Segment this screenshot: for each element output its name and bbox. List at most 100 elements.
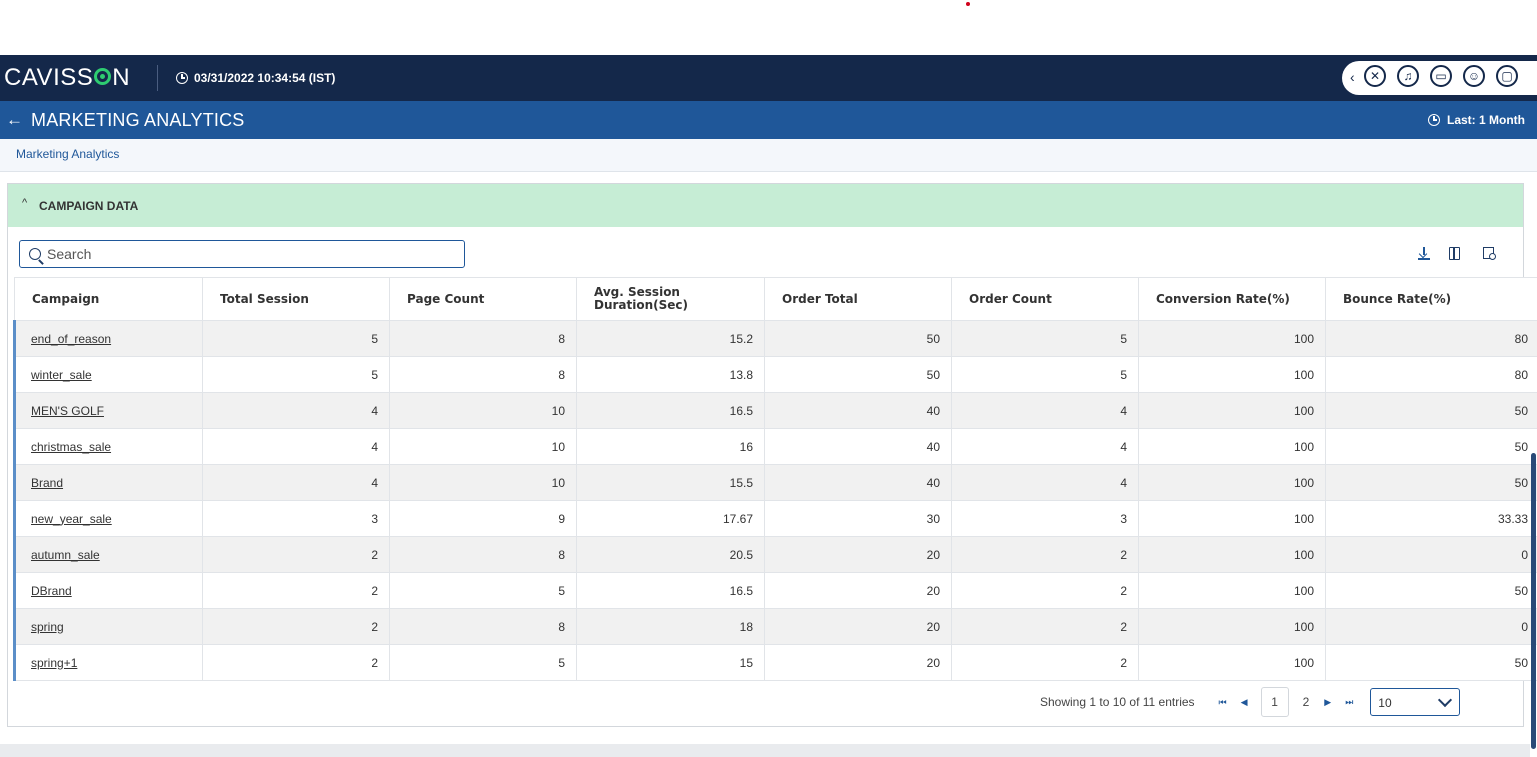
- campaign-link[interactable]: autumn_sale: [31, 548, 100, 562]
- campaign-link[interactable]: christmas_sale: [31, 440, 111, 454]
- bell-icon[interactable]: ♫: [1397, 65, 1419, 87]
- table-cell: 4: [202, 464, 390, 501]
- table-cell: 15: [576, 644, 765, 681]
- table-cell: 3: [951, 500, 1139, 537]
- columns-icon[interactable]: [1449, 247, 1460, 260]
- logo-o-icon: [94, 68, 112, 85]
- clock-icon: [176, 72, 188, 84]
- table-cell: 20: [764, 608, 952, 645]
- preview-icon[interactable]: [1483, 247, 1496, 260]
- table-cell: 2: [202, 536, 390, 573]
- header-icon-group: ‹ ✕ ♫ ▭ ☺ ▢: [1342, 61, 1537, 95]
- table-cell: 4: [951, 392, 1139, 429]
- scrollbar[interactable]: [1531, 453, 1536, 749]
- tools-icon[interactable]: ✕: [1364, 65, 1386, 87]
- campaign-link[interactable]: DBrand: [31, 584, 72, 598]
- table-cell: 40: [764, 464, 952, 501]
- campaign-link[interactable]: winter_sale: [31, 368, 92, 382]
- table-cell: 16.5: [576, 572, 765, 609]
- table-cell: 50: [1325, 392, 1537, 429]
- page-title: MARKETING ANALYTICS: [31, 110, 245, 130]
- table-body: end_of_reason 5 8 15.2 50 5 100 80 winter_sale 5 8…: [13, 320, 1537, 681]
- campaign-link[interactable]: Brand: [31, 476, 63, 490]
- campaign-cell[interactable]: DBrand: [13, 572, 203, 609]
- back-arrow-icon[interactable]: ←: [6, 110, 23, 130]
- campaign-link[interactable]: spring+1: [31, 656, 77, 670]
- campaign-link[interactable]: end_of_reason: [31, 332, 111, 346]
- table-row: winter_sale 5 8 13.8 50 5 100 80: [13, 356, 1537, 393]
- table-cell: 2: [951, 608, 1139, 645]
- campaign-link[interactable]: new_year_sale: [31, 512, 112, 526]
- table-row: end_of_reason 5 8 15.2 50 5 100 80: [13, 320, 1537, 357]
- campaign-cell[interactable]: christmas_sale: [13, 428, 203, 465]
- table-cell: 4: [951, 464, 1139, 501]
- divider: [157, 65, 158, 91]
- table-cell: 0: [1325, 608, 1537, 645]
- prev-page-icon[interactable]: ◀: [1241, 697, 1248, 708]
- table-header-row: Campaign Total Session Page Count Avg. S…: [14, 277, 1537, 321]
- table-cell: 5: [951, 356, 1139, 393]
- table-cell: 15.5: [576, 464, 765, 501]
- column-header[interactable]: Page Count: [389, 277, 577, 321]
- campaign-data-panel: ^ CAMPAIGN DATA Campaign Total Session P…: [7, 183, 1537, 727]
- monitor-icon[interactable]: ▭: [1430, 65, 1452, 87]
- page-size-select[interactable]: 10: [1370, 688, 1461, 716]
- column-header[interactable]: Conversion Rate(%): [1138, 277, 1326, 321]
- indicator-dot: [966, 2, 970, 6]
- campaign-cell[interactable]: new_year_sale: [13, 500, 203, 537]
- campaign-cell[interactable]: Brand: [13, 464, 203, 501]
- user-icon[interactable]: ☺: [1463, 65, 1485, 87]
- campaign-cell[interactable]: spring+1: [13, 644, 203, 681]
- campaign-cell[interactable]: MEN'S GOLF: [13, 392, 203, 429]
- breadcrumb[interactable]: Marketing Analytics: [16, 147, 119, 161]
- table-cell: 50: [764, 356, 952, 393]
- pagination-info: Showing 1 to 10 of 11 entries: [1040, 695, 1195, 709]
- table-cell: 40: [764, 428, 952, 465]
- collapse-icon[interactable]: ^: [22, 197, 27, 209]
- top-bar: CAVISS N 03/31/2022 10:34:54 (IST) ‹ ✕ ♫ …: [0, 55, 1537, 101]
- search-box[interactable]: [19, 240, 465, 268]
- download-icon[interactable]: [1418, 247, 1430, 260]
- table-cell: 17.67: [576, 500, 765, 537]
- table-row: new_year_sale 3 9 17.67 30 3 100 33.33: [13, 500, 1537, 537]
- table-cell: 100: [1138, 536, 1326, 573]
- table-cell: 10: [389, 428, 577, 465]
- column-header[interactable]: Order Total: [764, 277, 952, 321]
- campaign-cell[interactable]: autumn_sale: [13, 536, 203, 573]
- campaign-link[interactable]: spring: [31, 620, 64, 634]
- table-row: spring 2 8 18 20 2 100 0: [13, 608, 1537, 645]
- table-cell: 8: [389, 356, 577, 393]
- table-cell: 5: [389, 572, 577, 609]
- campaign-table: Campaign Total Session Page Count Avg. S…: [13, 277, 1537, 681]
- table-cell: 50: [764, 320, 952, 357]
- column-header[interactable]: Order Count: [951, 277, 1139, 321]
- last-page-icon[interactable]: ⏭: [1345, 697, 1353, 708]
- column-header[interactable]: Avg. Session Duration(Sec): [576, 277, 765, 321]
- campaign-cell[interactable]: end_of_reason: [13, 320, 203, 357]
- campaign-cell[interactable]: winter_sale: [13, 356, 203, 393]
- campaign-cell[interactable]: spring: [13, 608, 203, 645]
- table-cell: 100: [1138, 320, 1326, 357]
- next-page-icon[interactable]: ▶: [1324, 697, 1331, 708]
- table-cell: 100: [1138, 464, 1326, 501]
- first-page-icon[interactable]: ⏮: [1219, 697, 1227, 708]
- table-cell: 4: [202, 392, 390, 429]
- column-header[interactable]: Campaign: [14, 277, 203, 321]
- table-cell: 5: [951, 320, 1139, 357]
- table-cell: 100: [1138, 500, 1326, 537]
- search-icon: [29, 248, 41, 260]
- page-button[interactable]: 2: [1303, 695, 1310, 709]
- pagination: Showing 1 to 10 of 11 entries ⏮ ◀ 1 2 ▶ …: [1040, 687, 1461, 717]
- table-cell: 4: [951, 428, 1139, 465]
- panel-header[interactable]: ^ CAMPAIGN DATA: [8, 184, 1523, 227]
- time-range-selector[interactable]: Last: 1 Month: [1428, 113, 1525, 127]
- page-button[interactable]: 1: [1260, 687, 1289, 717]
- chevron-left-icon[interactable]: ‹: [1350, 69, 1355, 85]
- display-icon[interactable]: ▢: [1496, 65, 1518, 87]
- column-header[interactable]: Total Session: [202, 277, 390, 321]
- campaign-link[interactable]: MEN'S GOLF: [31, 404, 104, 418]
- column-header[interactable]: Bounce Rate(%): [1325, 277, 1537, 321]
- search-input[interactable]: [47, 245, 447, 263]
- table-cell: 2: [202, 608, 390, 645]
- clock-icon: [1428, 114, 1440, 126]
